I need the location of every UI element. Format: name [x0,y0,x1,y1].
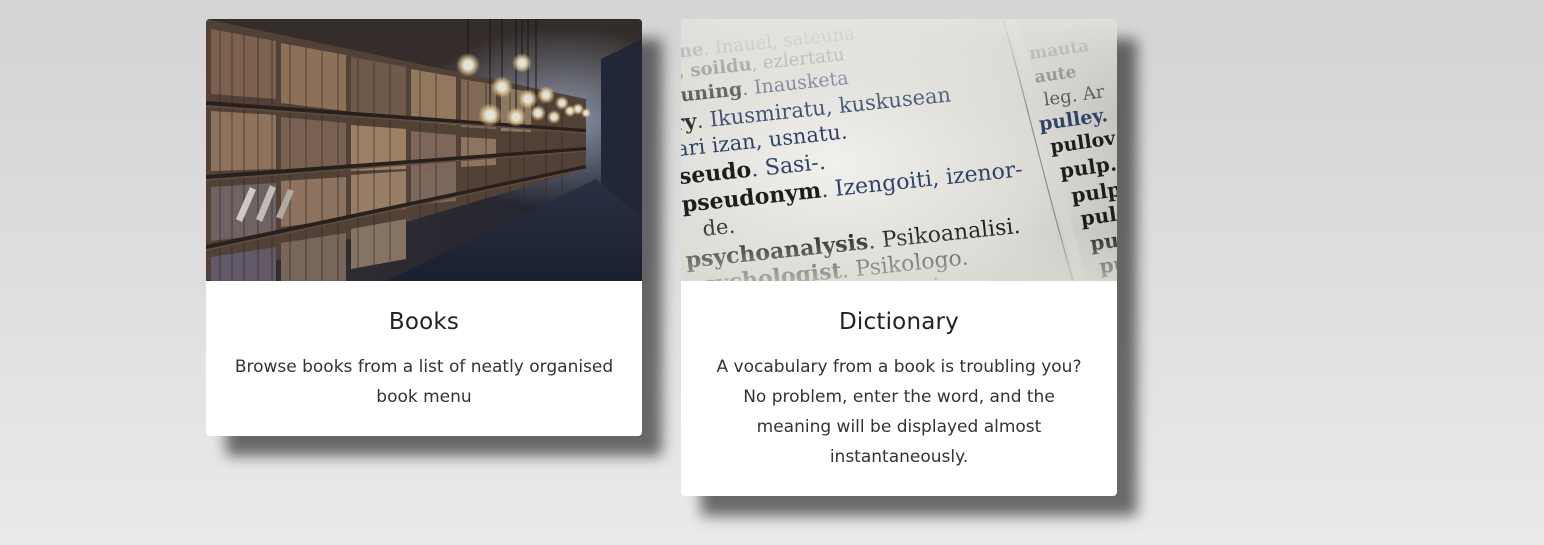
dictionary-page-image: une. Inauel, sateuna o, soildu, ezlertat… [681,19,1117,281]
books-card-description: Browse books from a list of neatly organ… [234,357,614,407]
dictionary-card-description: A vocabulary from a book is troubling yo… [716,357,1082,467]
library-bookshelves-image [206,19,642,281]
books-card-title: Books [388,309,460,335]
dictionary-card-body: Dictionary A vocabulary from a book is t… [681,281,1117,472]
dictionary-card-title: Dictionary [839,309,959,335]
dictionary-card[interactable]: une. Inauel, sateuna o, soildu, ezlertat… [681,19,1117,496]
books-card-body: Books Browse books from a list of neatly… [206,281,642,412]
books-card[interactable]: Books Browse books from a list of neatly… [206,19,642,436]
